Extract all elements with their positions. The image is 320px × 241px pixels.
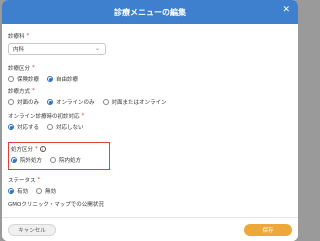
radio-in-house-prescription[interactable]: 院内処方: [50, 156, 81, 164]
modal-title: 診療メニューの編集: [114, 7, 186, 17]
cancel-button[interactable]: キャンセル: [8, 224, 56, 236]
radio-circle[interactable]: [47, 124, 54, 130]
radio-insurance[interactable]: 保険診療: [8, 75, 39, 83]
status-label: ステータス: [8, 178, 36, 184]
prescription-radios: 院外処方 院内処方: [11, 156, 89, 164]
department-label: 診療科: [8, 34, 25, 40]
treatment-method-radios: 対面のみ オンラインのみ 対面またはオンライン: [8, 98, 175, 106]
modal-header: 診療メニューの編集 ✕: [2, 0, 298, 24]
modal-footer: キャンセル 保存: [2, 217, 298, 241]
required-mark: *: [37, 177, 41, 183]
gmo-public-field: GMOクリニック・マップでの公開状況: [8, 200, 104, 208]
radio-circle[interactable]: [8, 99, 14, 105]
radio-not-supported[interactable]: 対応しない: [47, 123, 84, 131]
treatment-method-field: 診療方式 * 対面のみ オンラインのみ 対面またはオンライン: [8, 87, 175, 106]
radio-in-person-or-online[interactable]: 対面またはオンライン: [102, 98, 167, 106]
edit-menu-modal: 診療メニューの編集 ✕ 診療科 * 内科 ⌄ 診療区分 * 保険診療 自由診療: [2, 0, 298, 241]
radio-circle[interactable]: [102, 99, 109, 105]
radio-circle-selected[interactable]: [47, 76, 54, 82]
first-visit-field: オンライン診療時の初診対応 * 対応する 対応しない: [8, 112, 92, 131]
radio-self-pay[interactable]: 自由診療: [47, 75, 78, 83]
required-mark: *: [32, 88, 35, 94]
radio-circle-selected[interactable]: [8, 188, 14, 194]
treatment-category-field: 診療区分 * 保険診療 自由診療: [8, 64, 86, 83]
required-mark: *: [35, 146, 38, 152]
chevron-down-icon: ⌄: [94, 45, 100, 52]
close-icon[interactable]: ✕: [282, 6, 290, 15]
gmo-public-label: GMOクリニック・マップでの公開状況: [8, 202, 104, 208]
department-value: 内科: [13, 47, 25, 53]
required-mark: *: [32, 65, 35, 71]
radio-supported[interactable]: 対応する: [8, 123, 39, 131]
status-field: ステータス * 有効 無効: [8, 176, 64, 195]
radio-outside-prescription[interactable]: 院外処方: [11, 156, 42, 164]
first-visit-label: オンライン診療時の初診対応: [8, 114, 80, 120]
required-mark: *: [26, 33, 30, 39]
radio-circle[interactable]: [50, 157, 57, 163]
radio-active[interactable]: 有効: [8, 187, 28, 195]
prescription-field: 処方区分 * i 院外処方 院内処方: [11, 145, 89, 164]
radio-circle[interactable]: [36, 188, 43, 194]
save-button[interactable]: 保存: [244, 224, 292, 236]
department-field: 診療科 * 内科 ⌄: [8, 32, 106, 55]
radio-inactive[interactable]: 無効: [36, 187, 56, 195]
radio-in-person-only[interactable]: 対面のみ: [8, 98, 39, 106]
radio-online-only[interactable]: オンラインのみ: [47, 98, 95, 106]
prescription-label: 処方区分: [11, 147, 34, 153]
radio-circle-selected[interactable]: [8, 124, 14, 130]
radio-circle-selected[interactable]: [11, 157, 17, 163]
treatment-method-label: 診療方式: [8, 89, 31, 95]
radio-circle-selected[interactable]: [47, 99, 54, 105]
first-visit-radios: 対応する 対応しない: [8, 123, 92, 131]
treatment-category-label: 診療区分: [8, 66, 31, 72]
info-icon[interactable]: i: [39, 146, 46, 152]
radio-circle[interactable]: [8, 76, 14, 82]
treatment-category-radios: 保険診療 自由診療: [8, 75, 86, 83]
status-radios: 有効 無効: [8, 187, 64, 195]
required-mark: *: [81, 113, 85, 119]
department-select[interactable]: 内科 ⌄: [8, 43, 106, 55]
